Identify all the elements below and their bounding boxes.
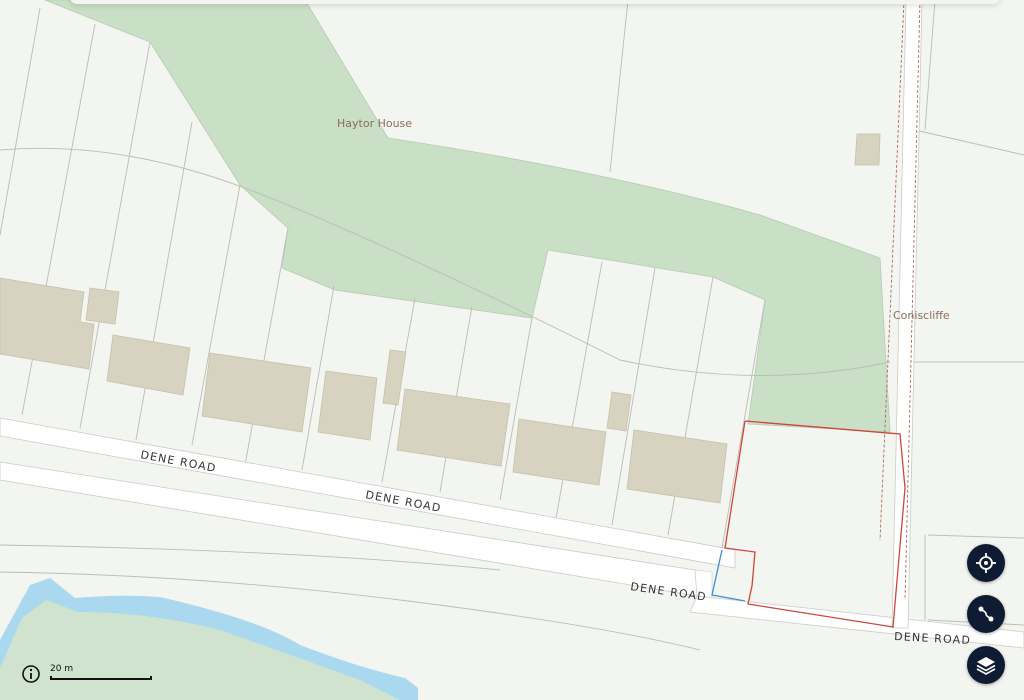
scale-line xyxy=(50,676,152,680)
layers-icon xyxy=(976,657,996,675)
top-panel-edge xyxy=(70,0,1000,4)
place-label-coniscliffe: Coniscliffe xyxy=(893,309,950,322)
map-svg: Haytor House Coniscliffe DENE ROAD DENE … xyxy=(0,0,1024,700)
crosshair-icon xyxy=(976,553,996,573)
route-button[interactable] xyxy=(967,595,1005,633)
map-canvas[interactable]: Haytor House Coniscliffe DENE ROAD DENE … xyxy=(0,0,1024,700)
info-icon[interactable] xyxy=(21,664,41,684)
layers-button[interactable] xyxy=(967,646,1005,684)
route-icon xyxy=(978,606,994,622)
scale-label: 20 m xyxy=(50,664,74,674)
recenter-button[interactable] xyxy=(967,544,1005,582)
place-label-haytor-house: Haytor House xyxy=(337,117,412,130)
scale-bar: 20 m xyxy=(50,664,154,682)
